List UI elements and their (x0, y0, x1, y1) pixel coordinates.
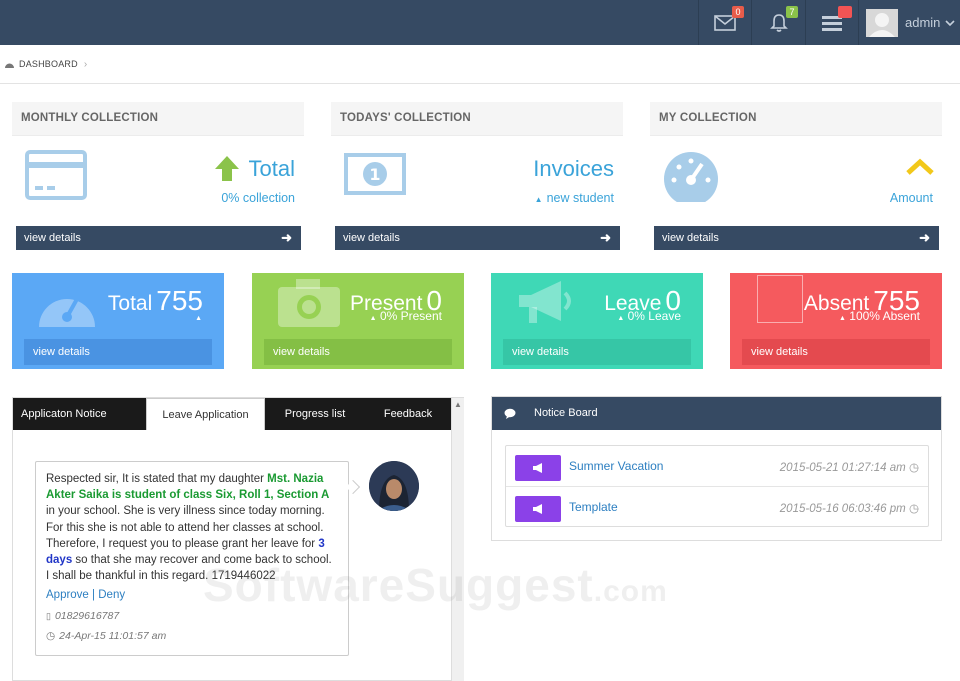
tab-feedback[interactable]: Feedback (365, 398, 451, 430)
total-students-tile: Total 755 ▲ view details (12, 273, 224, 369)
tile-label: Total 755 (107, 285, 203, 316)
list-item: Summer Vacation 2015-05-21 01:27:14 am ◷ (506, 446, 928, 487)
my-collection-card: MY COLLECTION Amount view details ➜ (650, 102, 942, 250)
arrow-right-icon: ➜ (919, 230, 930, 245)
card-title: Invoices (533, 156, 614, 181)
notice-board-title: Notice Board (534, 407, 598, 419)
arrow-right-icon: ➜ (281, 230, 292, 245)
user-menu[interactable]: admin (858, 0, 960, 45)
datetime-row: ◷ 24-Apr-15 11:01:57 am (46, 628, 338, 644)
tile-sub: ▲ 0% Leave (617, 309, 681, 323)
caret-up-icon: ▲ (838, 315, 846, 322)
credit-card-icon (25, 150, 87, 200)
top-navbar: 0 7 admin (0, 0, 960, 45)
notice-board-header: Notice Board (492, 397, 941, 430)
notice-title-link[interactable]: Template (569, 500, 618, 514)
notifications-button[interactable]: 7 (751, 0, 805, 45)
card-subtitle: Amount (889, 191, 933, 205)
view-details-link[interactable]: view details (742, 339, 930, 365)
application-panel: Applicaton Notice Leave Application Prog… (12, 397, 464, 681)
bullhorn-icon (533, 504, 542, 514)
notice-title-link[interactable]: Summer Vacation (569, 459, 663, 473)
notifications-badge: 7 (786, 6, 798, 18)
application-tabs: Applicaton Notice Leave Application Prog… (13, 398, 451, 430)
gauge-icon (39, 298, 95, 327)
card-header: MY COLLECTION (650, 102, 942, 136)
breadcrumb-chevron-icon: › (83, 58, 88, 70)
caret-up-icon: ▲ (617, 315, 625, 322)
student-avatar (369, 461, 419, 511)
tasks-badge (838, 6, 852, 18)
notice-time: 2015-05-16 06:03:46 pm ◷ (779, 503, 919, 515)
list-item: Template 2015-05-16 06:03:46 pm ◷ (506, 487, 928, 528)
card-subtitle: ▲ new student (534, 191, 614, 205)
scroll-up-icon[interactable]: ▲ (454, 400, 462, 409)
todays-collection-card: TODAYS' COLLECTION 1 Invoices ▲ new stude… (331, 102, 623, 250)
student-photo-icon (369, 461, 419, 511)
view-details-link[interactable]: view details ➜ (654, 226, 939, 250)
tile-sub: ▲ (195, 309, 202, 323)
chevron-up-icon (906, 158, 934, 175)
card-title: Total (248, 156, 295, 181)
card-header: MONTHLY COLLECTION (12, 102, 304, 136)
deny-link[interactable]: Deny (98, 589, 125, 601)
notice-board-panel: Notice Board Summer Vacation 2015-05-21 … (491, 396, 942, 541)
mobile-icon: ▯ (46, 610, 51, 621)
user-silhouette-icon (869, 12, 895, 37)
tile-sub: ▲ 0% Present (369, 309, 442, 323)
phone-number: 01829616787 (54, 609, 120, 622)
clock-icon: ◷ (908, 462, 919, 474)
money-bill-icon: 1 (344, 153, 406, 195)
approve-link[interactable]: Approve (46, 589, 89, 601)
tab-progress-list[interactable]: Progress list (265, 398, 365, 430)
breadcrumb-dashboard[interactable]: DASHBOARD (19, 59, 78, 69)
watermark: SoftwareSuggest.com (203, 559, 668, 611)
caret-up-icon: ▲ (195, 315, 202, 322)
caret-up-icon: ▲ (534, 195, 543, 204)
tasks-button[interactable] (805, 0, 858, 45)
dashboard-gauge-icon (664, 152, 718, 202)
camera-icon (278, 279, 340, 327)
bullhorn-icon (533, 463, 542, 473)
tile-sub: ▲ 100% Absent (838, 309, 920, 323)
comments-icon (504, 408, 516, 419)
notice-button[interactable] (515, 455, 561, 481)
breadcrumb: DASHBOARD › (0, 45, 960, 84)
absent-tile: Absent 755 ▲ 100% Absent view details (730, 273, 942, 369)
user-avatar (866, 8, 898, 37)
messages-badge: 0 (732, 6, 744, 18)
arrow-right-icon: ➜ (600, 230, 611, 245)
clock-icon: ◷ (46, 629, 56, 642)
view-details-link[interactable]: view details (264, 339, 452, 365)
messages-button[interactable]: 0 (698, 0, 751, 45)
tab-leave-application[interactable]: Leave Application (146, 398, 265, 430)
application-datetime: 24-Apr-15 11:01:57 am (59, 629, 167, 642)
view-details-link[interactable]: view details (24, 339, 212, 365)
arrow-up-icon (215, 156, 239, 181)
notice-button[interactable] (515, 496, 561, 522)
monthly-collection-card: MONTHLY COLLECTION Total 0% collection v… (12, 102, 304, 250)
dashboard-icon (5, 63, 14, 68)
card-subtitle: 0% collection (221, 191, 295, 205)
notice-time: 2015-05-21 01:27:14 am ◷ (779, 462, 919, 474)
username: admin (905, 15, 941, 30)
tab-application-notice[interactable]: Applicaton Notice (21, 398, 131, 430)
view-details-link[interactable]: view details (503, 339, 691, 365)
svg-text:1: 1 (369, 165, 380, 184)
view-details-link[interactable]: view details ➜ (335, 226, 620, 250)
clock-icon: ◷ (908, 503, 919, 515)
present-tile: Present 0 ▲ 0% Present view details (252, 273, 464, 369)
leave-tile: Leave 0 ▲ 0% Leave view details (491, 273, 703, 369)
chevron-down-icon (945, 19, 955, 26)
megaphone-icon (519, 281, 571, 323)
caret-up-icon: ▲ (369, 315, 377, 322)
image-icon (757, 275, 803, 323)
scrollbar[interactable]: ▲ (451, 398, 464, 681)
notice-list: Summer Vacation 2015-05-21 01:27:14 am ◷… (505, 445, 929, 527)
view-details-link[interactable]: view details ➜ (16, 226, 301, 250)
card-header: TODAYS' COLLECTION (331, 102, 623, 136)
